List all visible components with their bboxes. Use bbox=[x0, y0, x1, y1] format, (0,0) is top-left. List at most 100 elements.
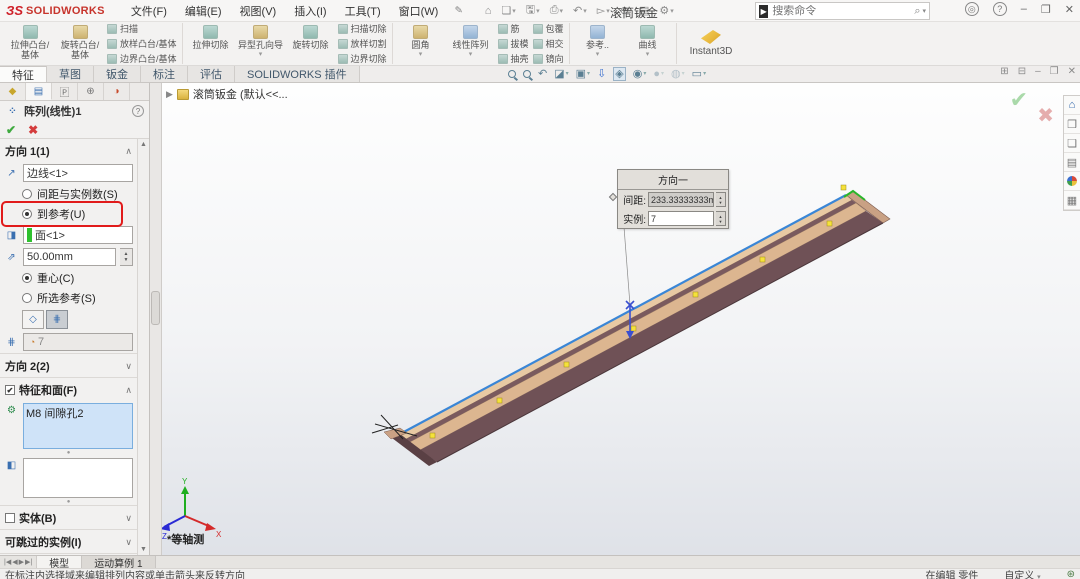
curves-caret-icon[interactable]: ▾ bbox=[646, 50, 650, 60]
intersect-button[interactable]: 相交 bbox=[533, 37, 564, 50]
search-input[interactable] bbox=[772, 5, 914, 17]
curves-button[interactable]: 曲线 ▾ bbox=[625, 23, 671, 65]
feature-tree-flyout[interactable]: ▶ 滚筒钣金 (默认<<... bbox=[166, 86, 288, 102]
zoom-area-icon[interactable] bbox=[523, 70, 531, 78]
undo-icon[interactable]: ↶▾ bbox=[573, 4, 587, 17]
direction2-expand-icon[interactable]: ∨ bbox=[125, 361, 132, 372]
spacing-instances-radio-icon[interactable] bbox=[22, 189, 32, 199]
command-search[interactable]: ▶ ⌕ ▾ bbox=[755, 2, 930, 20]
pane-split-left-icon[interactable]: ⊞ bbox=[1000, 66, 1008, 77]
tab-scroll-first-icon[interactable]: |◀ bbox=[4, 558, 11, 566]
doc-minimize-icon[interactable]: – bbox=[1035, 66, 1041, 77]
search-icon[interactable]: ⌕ bbox=[914, 5, 920, 18]
print-icon[interactable]: ⎙▾ bbox=[550, 4, 563, 17]
confirm-cancel-icon[interactable]: ✖ bbox=[1037, 103, 1054, 128]
taskpane-appearances-icon[interactable] bbox=[1064, 172, 1080, 191]
dimxpert-tab[interactable]: ⊕ bbox=[78, 83, 104, 100]
offset-distance-field[interactable]: 50.00mm bbox=[23, 248, 116, 266]
pm-cancel-button[interactable]: ✖ bbox=[28, 123, 38, 137]
extruded-boss-button[interactable]: 拉伸凸台/基体 bbox=[7, 23, 53, 65]
tab-scroll-last-icon[interactable]: ▶| bbox=[25, 558, 32, 566]
fillet-button[interactable]: 圆角 ▾ bbox=[398, 23, 444, 65]
help-icon[interactable]: ? bbox=[993, 2, 1007, 16]
previous-view-icon[interactable]: ↶ bbox=[538, 68, 547, 80]
isometric-cube-icon[interactable]: ◈ bbox=[613, 67, 625, 81]
centroid-radio[interactable]: 重心(C) bbox=[0, 268, 137, 288]
doc-restore-icon[interactable]: ❐ bbox=[1050, 66, 1059, 77]
save-icon[interactable]: 🖫▾ bbox=[526, 1, 540, 20]
menu-view[interactable]: 视图(V) bbox=[232, 1, 285, 21]
swept-cut-button[interactable]: 扫描切除 bbox=[338, 22, 387, 35]
section-view-icon[interactable]: ◪▾ bbox=[554, 68, 568, 80]
seed-reference-toggle[interactable]: ◇ bbox=[22, 310, 44, 329]
panel-splitter[interactable] bbox=[150, 83, 162, 555]
selected-reference-radio-icon[interactable] bbox=[22, 293, 32, 303]
tab-sheet-metal[interactable]: 钣金 bbox=[94, 66, 141, 82]
spacing-instances-radio[interactable]: 间距与实例数(S) bbox=[0, 184, 137, 204]
pm-help-icon[interactable]: ? bbox=[132, 105, 144, 117]
selected-edge-highlight[interactable] bbox=[400, 195, 846, 434]
splitter-grip[interactable] bbox=[151, 291, 160, 325]
options-gear-icon[interactable]: ⚙▾ bbox=[659, 4, 673, 17]
direction1-collapse-icon[interactable]: ∧ bbox=[125, 146, 132, 157]
graphics-viewport[interactable]: Y X Z ▶ 滚筒钣金 (默认<<... ✔ ✖ ⌂ ❒ ❏ ▤ ▦ 方向一 … bbox=[162, 83, 1080, 555]
taskpane-design-library-icon[interactable]: ❏ bbox=[1064, 134, 1080, 153]
mirror-button[interactable]: 镜向 bbox=[533, 52, 564, 65]
selected-reference-radio[interactable]: 所选参考(S) bbox=[0, 288, 137, 308]
features-to-pattern-list[interactable]: M8 间隙孔2 bbox=[23, 403, 133, 449]
home-icon[interactable]: ⌂ bbox=[485, 5, 492, 17]
taskpane-models-icon[interactable]: ❒ bbox=[1064, 115, 1080, 134]
options-header[interactable]: 选项(O) ∧ bbox=[0, 553, 137, 555]
search-dropdown-icon[interactable]: ▾ bbox=[922, 7, 926, 15]
hole-wizard-caret-icon[interactable]: ▾ bbox=[259, 50, 263, 60]
propertymanager-tab[interactable]: ▤ bbox=[26, 83, 52, 100]
offset-spinner[interactable]: ▲▼ bbox=[120, 248, 133, 266]
taskpane-view-palette-icon[interactable]: ▤ bbox=[1064, 153, 1080, 172]
tab-markup[interactable]: 标注 bbox=[141, 66, 188, 82]
centroid-radio-icon[interactable] bbox=[22, 273, 32, 283]
reference-geometry-button[interactable]: 参考.. ▾ bbox=[575, 23, 621, 65]
draft-button[interactable]: 拔模 bbox=[498, 37, 529, 50]
minimize-icon[interactable]: – bbox=[1021, 3, 1027, 15]
units-selector[interactable]: 自定义 ▾ bbox=[1004, 567, 1040, 579]
displaymanager-tab[interactable]: ◑ bbox=[104, 83, 130, 100]
close-icon[interactable]: ✕ bbox=[1065, 3, 1074, 16]
pane-split-right-icon[interactable]: ⊟ bbox=[1018, 66, 1026, 77]
menu-insert[interactable]: 插入(I) bbox=[286, 1, 334, 21]
tab-features[interactable]: 特征 bbox=[0, 66, 47, 82]
doc-close-icon[interactable]: ✕ bbox=[1068, 66, 1076, 77]
hole-wizard-button[interactable]: 异型孔向导 ▾ bbox=[238, 23, 284, 65]
callout-spacing-field[interactable]: 233.33333333mm bbox=[648, 192, 714, 207]
direction1-header[interactable]: 方向 1(1) ∧ bbox=[0, 139, 137, 162]
pattern-feature-item[interactable]: M8 间隙孔2 bbox=[26, 405, 130, 421]
model-3d-beam[interactable]: Y X Z bbox=[162, 83, 1080, 555]
menu-file[interactable]: 文件(F) bbox=[123, 1, 175, 21]
features-faces-checkbox[interactable] bbox=[5, 385, 15, 395]
callout-instances-spinner[interactable]: ▲▼ bbox=[716, 211, 726, 226]
boundary-cut-button[interactable]: 边界切除 bbox=[338, 52, 387, 65]
tab-sketch[interactable]: 草图 bbox=[47, 66, 94, 82]
rib-button[interactable]: 筋 bbox=[498, 22, 529, 35]
hide-show-items-icon[interactable]: ◉▾ bbox=[633, 68, 647, 80]
instant3d-button[interactable]: Instant3D bbox=[682, 26, 741, 61]
features-faces-header[interactable]: 特征和面(F) ∧ bbox=[0, 377, 137, 401]
direction2-header[interactable]: 方向 2(2) ∨ bbox=[0, 353, 137, 377]
pin-icon[interactable]: ✏ bbox=[452, 4, 465, 18]
configuration-tab[interactable]: 🄿 bbox=[52, 83, 78, 100]
swept-boss-button[interactable]: 扫描 bbox=[107, 22, 177, 35]
extruded-cut-button[interactable]: 拉伸切除 bbox=[188, 23, 234, 65]
tab-scroll-prev-icon[interactable]: ◀ bbox=[12, 558, 17, 566]
featuremanager-tab[interactable]: ◆ bbox=[0, 83, 26, 100]
callout-instances-field[interactable]: 7 bbox=[648, 211, 714, 226]
linear-pattern-button[interactable]: 线性阵列 ▾ bbox=[448, 23, 494, 65]
reference-face-field[interactable]: 面<1> bbox=[23, 226, 133, 244]
reference-caret-icon[interactable]: ▾ bbox=[596, 50, 600, 60]
up-to-reference-radio-icon[interactable] bbox=[22, 209, 32, 219]
tag-globe-icon[interactable]: ⊛ bbox=[1067, 569, 1075, 579]
tab-scroll-next-icon[interactable]: ▶ bbox=[19, 558, 24, 566]
new-document-icon[interactable]: ❏▾ bbox=[501, 4, 515, 17]
lofted-cut-button[interactable]: 放样切割 bbox=[338, 37, 387, 50]
bodies-expand-icon[interactable]: ∨ bbox=[125, 513, 132, 524]
revolved-boss-button[interactable]: 旋转凸台/基体 bbox=[57, 23, 103, 65]
select-icon[interactable]: ▻▾ bbox=[597, 4, 610, 17]
